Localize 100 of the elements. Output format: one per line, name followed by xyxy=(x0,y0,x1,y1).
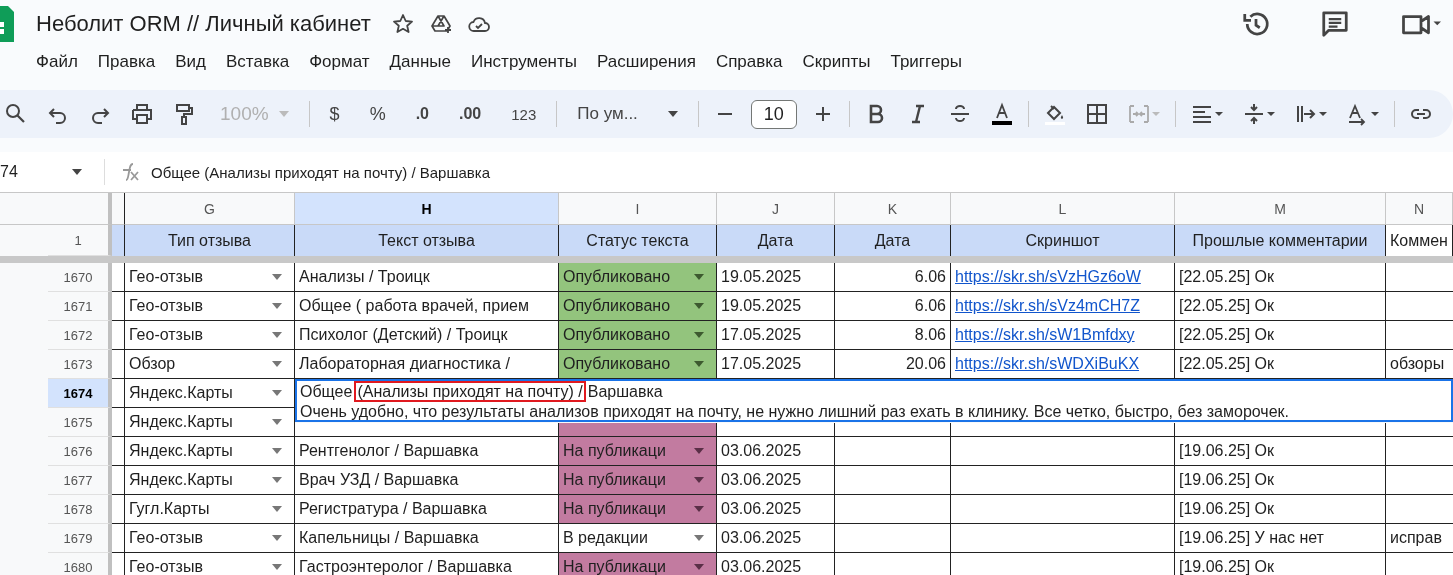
row-number[interactable]: 1671 xyxy=(48,292,112,321)
dropdown-caret-icon[interactable] xyxy=(272,361,282,367)
dropdown-caret-icon[interactable] xyxy=(272,564,282,570)
menu-item[interactable]: Скрипты xyxy=(792,48,881,76)
status-cell[interactable]: Опубликовано xyxy=(559,350,717,379)
menu-item[interactable]: Формат xyxy=(299,48,380,76)
menu-item[interactable]: Правка xyxy=(87,48,166,76)
menu-item[interactable]: Справка xyxy=(705,48,793,76)
dropdown-caret-icon[interactable] xyxy=(694,564,704,570)
status-cell[interactable]: В редакции xyxy=(559,524,717,553)
type-dropdown-cell[interactable]: Гугл.Карты xyxy=(125,495,295,524)
sheets-logo-icon[interactable] xyxy=(0,4,14,44)
menu-item[interactable]: Данные xyxy=(379,48,461,76)
font-select[interactable]: По ум... xyxy=(567,104,688,124)
row-number[interactable]: 1673 xyxy=(48,350,112,379)
currency-button[interactable]: $ xyxy=(319,103,350,125)
percent-button[interactable]: % xyxy=(359,103,396,125)
dropdown-caret-icon[interactable] xyxy=(272,274,282,280)
table-cell: [22.05.25] Ок xyxy=(1175,350,1386,379)
row-number[interactable]: 1672 xyxy=(48,321,112,350)
menu-item[interactable]: Триггеры xyxy=(880,48,973,76)
column-header[interactable]: I xyxy=(559,193,717,225)
borders-icon[interactable] xyxy=(1084,102,1109,126)
dropdown-caret-icon[interactable] xyxy=(272,332,282,338)
number-format-button[interactable]: 123 xyxy=(501,105,547,123)
column-header[interactable]: M xyxy=(1175,193,1386,225)
star-icon[interactable] xyxy=(390,12,415,36)
fill-color-icon[interactable] xyxy=(1042,102,1067,126)
screenshot-link[interactable]: https://skr.sh/sW1Bmfdxy xyxy=(955,326,1135,344)
dropdown-caret-icon[interactable] xyxy=(272,303,282,309)
increase-decimals-button[interactable]: .00 xyxy=(449,105,492,123)
type-dropdown-cell[interactable]: Гео-отзыв xyxy=(125,524,295,553)
dropdown-caret-icon[interactable] xyxy=(694,506,704,512)
type-dropdown-cell[interactable]: Гео-отзыв xyxy=(125,263,295,292)
dropdown-caret-icon[interactable] xyxy=(694,448,704,454)
dropdown-caret-icon[interactable] xyxy=(694,332,704,338)
column-header[interactable]: J xyxy=(717,193,835,225)
row-number[interactable]: 1675 xyxy=(48,408,112,437)
column-header[interactable]: K xyxy=(835,193,951,225)
column-header[interactable]: N xyxy=(1386,193,1453,225)
dropdown-caret-icon[interactable] xyxy=(272,419,282,425)
comment-icon[interactable] xyxy=(1320,9,1350,39)
row-number[interactable]: 1 xyxy=(48,225,112,256)
decrease-decimals-button[interactable]: .0 xyxy=(405,105,439,123)
menu-item[interactable]: Вставка xyxy=(216,48,300,76)
menu-item[interactable]: Инструменты xyxy=(461,48,587,76)
status-cell[interactable]: На публикаци xyxy=(559,466,717,495)
type-dropdown-cell[interactable]: Яндекс.Карты xyxy=(125,437,295,466)
type-dropdown-cell[interactable]: Гео-отзыв xyxy=(125,321,295,350)
dropdown-caret-icon[interactable] xyxy=(694,361,704,367)
type-dropdown-cell[interactable]: Гео-отзыв xyxy=(125,553,295,575)
type-dropdown-cell[interactable]: Яндекс.Карты xyxy=(125,379,295,408)
status-cell[interactable]: На публикаци xyxy=(559,495,717,524)
row-number[interactable]: 1670 xyxy=(48,263,112,292)
status-cell[interactable]: На публикаци xyxy=(559,437,717,466)
type-dropdown-cell[interactable]: Обзор xyxy=(125,350,295,379)
dropdown-caret-icon[interactable] xyxy=(272,390,282,396)
status-cell[interactable]: Опубликовано xyxy=(559,292,717,321)
screenshot-link[interactable]: https://skr.sh/sWDXiBuKX xyxy=(955,355,1140,373)
row-number[interactable]: 1679 xyxy=(48,524,112,553)
type-dropdown-cell[interactable]: Яндекс.Карты xyxy=(125,466,295,495)
dropdown-caret-icon[interactable] xyxy=(694,303,704,309)
menu-item[interactable]: Расширения xyxy=(587,48,706,76)
formula-input[interactable]: Общее (Анализы приходят на почту) / Варшавка xyxy=(151,163,491,181)
row-number[interactable]: 1677 xyxy=(48,466,112,495)
column-header[interactable]: L xyxy=(951,193,1175,225)
row-number[interactable]: 1678 xyxy=(48,495,112,524)
dropdown-caret-icon[interactable] xyxy=(694,274,704,280)
status-cell[interactable] xyxy=(559,423,717,437)
dropdown-caret-icon[interactable] xyxy=(272,448,282,454)
dropdown-caret-icon[interactable] xyxy=(272,535,282,541)
table-cell xyxy=(112,379,125,408)
status-cell[interactable]: Опубликовано xyxy=(559,263,717,292)
font-size-field[interactable]: 10 xyxy=(750,99,797,129)
status-cell[interactable]: На публикаци xyxy=(559,553,717,575)
table-cell xyxy=(112,437,125,466)
dropdown-caret-icon[interactable] xyxy=(272,477,282,483)
text-color-icon[interactable] xyxy=(989,102,1014,126)
screenshot-link[interactable]: https://skr.sh/sVz4mCH7Z xyxy=(955,297,1140,315)
table-cell xyxy=(112,350,125,379)
type-dropdown-cell[interactable]: Яндекс.Карты xyxy=(125,408,295,437)
cell-editor[interactable]: Общее (Анализы приходят на почту) / Варшавка Очень удобно, что результаты анализов приходят на почту, не нужно лишний раз ехать в клинику. Все четко, быстро, без заморочек. xyxy=(295,379,1453,422)
name-box[interactable]: 74 xyxy=(0,163,94,181)
menu-item[interactable]: Вид xyxy=(165,48,216,76)
merge-cells-icon[interactable] xyxy=(1126,102,1161,126)
dropdown-caret-icon[interactable] xyxy=(272,506,282,512)
document-title[interactable]: Неболит ORM // Личный кабинет xyxy=(36,11,371,37)
column-header[interactable]: H xyxy=(295,193,559,225)
column-header[interactable]: G xyxy=(125,193,295,225)
row-number[interactable]: 1674 xyxy=(48,379,112,408)
dropdown-caret-icon[interactable] xyxy=(694,535,704,541)
type-dropdown-cell[interactable]: Гео-отзыв xyxy=(125,292,295,321)
drive-add-icon[interactable] xyxy=(428,12,453,36)
status-cell[interactable]: Опубликовано xyxy=(559,321,717,350)
dropdown-caret-icon[interactable] xyxy=(694,477,704,483)
menu-item[interactable]: Файл xyxy=(26,48,88,76)
table-cell: Анализы / Троицк xyxy=(295,263,559,292)
print-icon[interactable] xyxy=(130,102,154,126)
row-number[interactable]: 1676 xyxy=(48,437,112,466)
screenshot-link[interactable]: https://skr.sh/sVzHGz6oW xyxy=(955,268,1141,286)
